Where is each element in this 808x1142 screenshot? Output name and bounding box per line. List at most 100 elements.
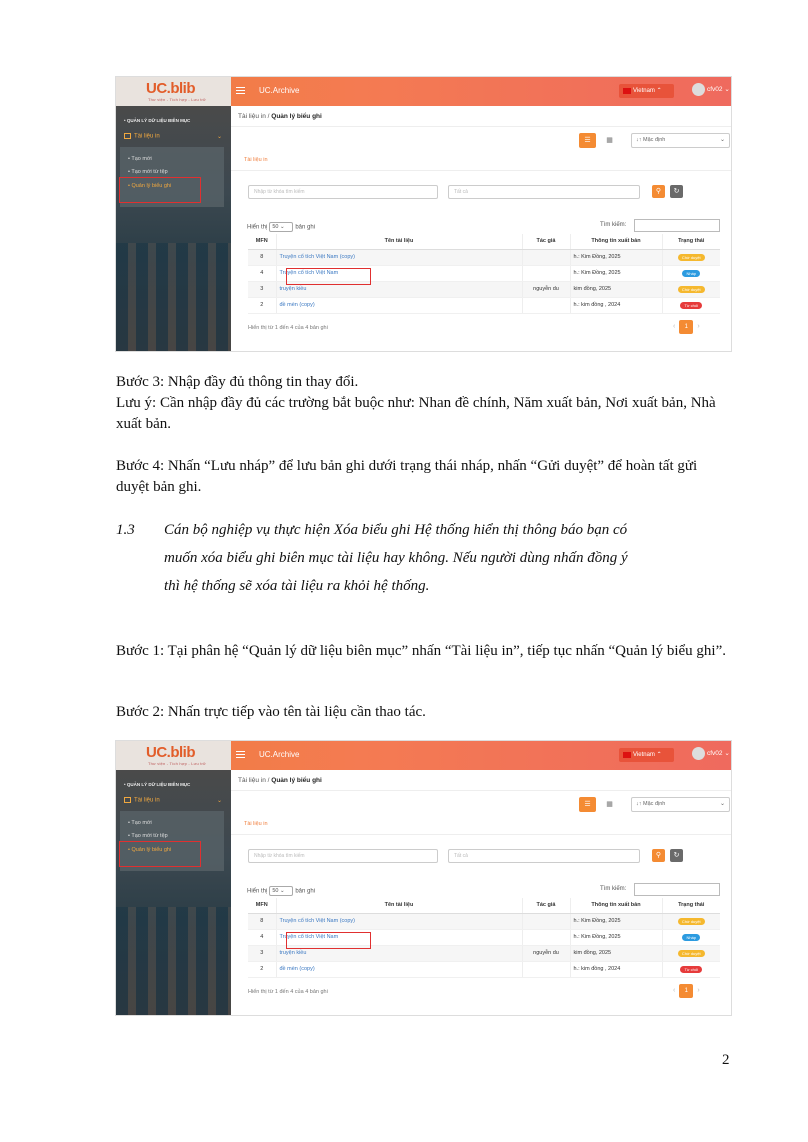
main-content: Tài liệu in / Quản lý biểu ghi ☰ ▦ ↓↑ Mặ… <box>231 106 731 351</box>
table-row[interactable]: 2 đề mèn (copy) h.: kim đồng , 2024 Từ chối <box>248 297 720 314</box>
highlight-box <box>286 932 371 949</box>
next-page-button[interactable]: › <box>697 987 699 994</box>
chevron-down-icon[interactable]: ⌄ <box>217 133 222 140</box>
mfn-cell: 4 <box>248 929 276 946</box>
hamburger-menu-icon[interactable] <box>236 87 245 94</box>
sort-select[interactable]: ↓↑ Mặc định ⌄ <box>631 797 730 812</box>
flag-icon <box>623 752 631 758</box>
sidebar-section-title: • QUẢN LÝ DỮ LIỆU BIÊN MỤC <box>124 118 191 123</box>
author-cell <box>521 297 570 314</box>
title-link[interactable]: Truyện cổ tích Việt Nam (copy) <box>275 249 522 266</box>
publication-cell: kim đồng, 2025 <box>569 945 662 962</box>
sidebar-item-create-from-file[interactable]: • Tạo mới từ tệp <box>128 169 168 175</box>
status-cell: Nháp <box>661 929 720 946</box>
sidebar-background-image <box>116 907 231 1015</box>
page-size-control: Hiển thị 50 ⌄ bản ghi <box>247 222 316 232</box>
column-header[interactable]: MFN <box>248 898 276 914</box>
step-3-text: Bước 3: Nhập đầy đủ thông tin thay đổi. <box>116 374 359 390</box>
chevron-down-icon: ⌄ <box>719 137 725 143</box>
logo-text: UC.blib <box>146 744 196 761</box>
language-label: Vietnam <box>633 88 655 94</box>
table-row[interactable]: 8 Truyện cổ tích Việt Nam (copy) h.: Kim Đ… <box>248 913 720 930</box>
book-icon <box>124 797 131 803</box>
search-input[interactable]: Nhập từ khóa tìm kiếm <box>248 849 438 863</box>
status-badge: Chờ duyệt <box>677 285 705 293</box>
search-button[interactable]: ⚲ <box>652 185 665 198</box>
table-row[interactable]: 8 Truyện cổ tích Việt Nam (copy) h.: Kim Đ… <box>248 249 720 266</box>
sidebar-item-create[interactable]: • Tạo mới <box>128 156 152 162</box>
step-1-text: Bước 1: Tại phân hệ “Quản lý dữ liệu biê… <box>116 643 726 659</box>
mfn-cell: 3 <box>248 281 276 298</box>
user-menu[interactable]: cfv02 ⌄ <box>692 747 730 760</box>
column-header[interactable]: Trạng thái <box>661 234 720 250</box>
prev-page-button[interactable]: ‹ <box>673 987 675 994</box>
status-badge: Từ chối <box>680 965 703 973</box>
page-size-select[interactable]: 50 ⌄ <box>269 222 294 232</box>
app-title: UC.Archive <box>259 86 300 95</box>
grid-view-button[interactable]: ▦ <box>601 133 618 148</box>
status-badge: Chờ duyệt <box>677 949 705 957</box>
page-button[interactable]: 1 <box>679 984 694 998</box>
breadcrumb-parent[interactable]: Tài liệu in <box>238 777 266 784</box>
logo[interactable]: UC.blib Thư viện - Tích hợp - Lưu trữ <box>116 741 231 770</box>
table-search-input[interactable] <box>634 219 720 232</box>
author-cell: nguyễn du <box>521 945 570 962</box>
status-cell: Chờ duyệt <box>661 281 720 298</box>
logo[interactable]: UC.blib Thư viện - Tích hợp - Lưu trữ <box>116 77 231 106</box>
column-header[interactable]: Tên tài liệu <box>275 898 522 914</box>
sidebar-section-title: • QUẢN LÝ DỮ LIỆU BIÊN MỤC <box>124 782 191 787</box>
section-heading-line-1: Cán bộ nghiệp vụ thực hiện Xóa biểu ghi … <box>164 522 628 538</box>
user-menu[interactable]: cfv02 ⌄ <box>692 83 730 96</box>
title-link[interactable]: đề mèn (copy) <box>275 961 522 978</box>
title-link[interactable]: Truyện cổ tích Việt Nam (copy) <box>275 913 522 930</box>
sidebar-group-print-docs[interactable]: Tài liệu in <box>124 133 160 140</box>
sidebar-item-create-from-file[interactable]: • Tạo mới từ tệp <box>128 833 168 839</box>
mfn-cell: 8 <box>248 249 276 266</box>
title-link[interactable]: đề mèn (copy) <box>275 297 522 314</box>
status-cell: Chờ duyệt <box>661 249 720 266</box>
column-header[interactable]: Tác giả <box>521 234 570 250</box>
status-cell: Từ chối <box>661 297 720 314</box>
page-size-select[interactable]: 50 ⌄ <box>269 886 294 896</box>
filter-input[interactable]: Tất cả <box>448 185 640 199</box>
refresh-button[interactable]: ↻ <box>670 185 683 198</box>
prev-page-button[interactable]: ‹ <box>673 323 675 330</box>
hamburger-menu-icon[interactable] <box>236 751 245 758</box>
list-view-button[interactable]: ☰ <box>579 797 596 812</box>
column-header[interactable]: Tác giả <box>521 898 570 914</box>
language-selector[interactable]: Vietnam ⌃ <box>619 84 674 98</box>
chevron-down-icon[interactable]: ⌄ <box>217 797 222 804</box>
column-header[interactable]: Thông tin xuất bản <box>569 234 662 250</box>
tab-print-docs[interactable]: Tài liệu in <box>244 157 268 163</box>
breadcrumb-current: Quản lý biểu ghi <box>271 777 322 784</box>
sidebar-group-print-docs[interactable]: Tài liệu in <box>124 797 160 804</box>
status-cell: Từ chối <box>661 961 720 978</box>
sidebar-background-image <box>116 243 231 351</box>
publication-cell: h.: kim đồng , 2024 <box>569 297 662 314</box>
sidebar-item-create[interactable]: • Tạo mới <box>128 820 152 826</box>
page-size-control: Hiển thị 50 ⌄ bản ghi <box>247 886 316 896</box>
tab-print-docs[interactable]: Tài liệu in <box>244 821 268 827</box>
column-header[interactable]: Trạng thái <box>661 898 720 914</box>
search-button[interactable]: ⚲ <box>652 849 665 862</box>
author-cell <box>521 961 570 978</box>
column-header[interactable]: Tên tài liệu <box>275 234 522 250</box>
language-selector[interactable]: Vietnam ⌃ <box>619 748 674 762</box>
list-view-button[interactable]: ☰ <box>579 133 596 148</box>
username: cfv02 <box>707 86 723 94</box>
refresh-button[interactable]: ↻ <box>670 849 683 862</box>
breadcrumb-parent[interactable]: Tài liệu in <box>238 113 266 120</box>
search-input[interactable]: Nhập từ khóa tìm kiếm <box>248 185 438 199</box>
table-search-input[interactable] <box>634 883 720 896</box>
section-heading-line-3: thì hệ thống sẽ xóa tài liệu ra khỏi hệ … <box>164 578 430 594</box>
publication-cell: h.: Kim Đồng, 2025 <box>569 913 662 930</box>
grid-view-button[interactable]: ▦ <box>601 797 618 812</box>
column-header[interactable]: Thông tin xuất bản <box>569 898 662 914</box>
page-button[interactable]: 1 <box>679 320 694 334</box>
filter-input[interactable]: Tất cả <box>448 849 640 863</box>
next-page-button[interactable]: › <box>697 323 699 330</box>
column-header[interactable]: MFN <box>248 234 276 250</box>
sort-select[interactable]: ↓↑ Mặc định ⌄ <box>631 133 730 148</box>
status-badge: Nháp <box>682 269 701 277</box>
table-row[interactable]: 2 đề mèn (copy) h.: kim đồng , 2024 Từ chối <box>248 961 720 978</box>
